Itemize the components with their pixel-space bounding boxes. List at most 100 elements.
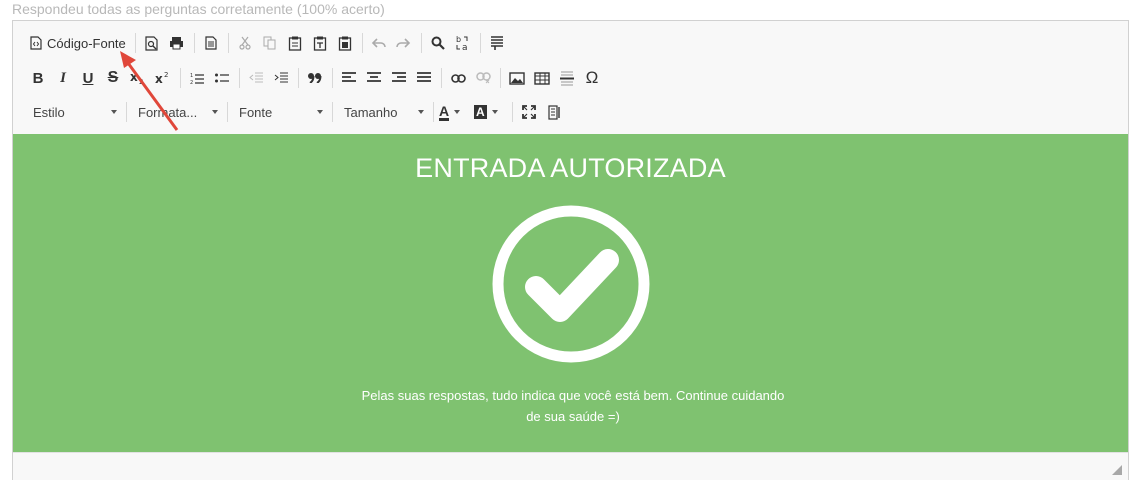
size-combo[interactable]: Tamanho [338,100,430,124]
text-color-icon: A [439,102,450,121]
align-right-button[interactable] [388,66,410,90]
svg-text:a: a [462,43,468,51]
toolbar-row-2: B I U S x2 x2 12 Ω [27,65,606,91]
toolbar-row-1: Código-Fonte b a [27,30,511,56]
chevron-down-icon [454,110,461,114]
separator [332,102,333,122]
unlink-button[interactable] [472,66,494,90]
image-icon [509,71,525,85]
numbered-list-icon: 12 [190,73,204,85]
form-caption: Respondeu todas as perguntas corretament… [12,1,385,17]
link-icon [450,73,466,83]
separator [239,68,240,88]
table-icon [534,71,550,85]
maximize-button[interactable] [518,100,540,124]
maximize-icon [522,105,536,119]
paste-word-button[interactable] [334,31,356,55]
redo-icon [396,38,411,48]
source-code-button[interactable]: Código-Fonte [27,31,129,55]
print-icon [170,37,184,50]
editor-content-area[interactable]: ENTRADA AUTORIZADA Pelas suas respostas,… [13,134,1128,452]
rich-text-editor: Código-Fonte b a B I U S x 2 x 2 1 2 Ω E… [12,20,1129,480]
horizontal-line-button[interactable] [556,66,578,90]
blockquote-button[interactable] [304,66,326,90]
templates-button[interactable] [200,31,222,55]
replace-button[interactable]: ba [452,31,474,55]
superscript-icon: x2 [155,71,168,85]
background-color-icon: A [474,105,487,119]
separator [361,33,363,53]
editor-statusbar [13,452,1128,480]
separator [433,102,434,122]
size-combo-label: Tamanho [344,104,398,120]
toolbar-row-3: Estilo Formata... Fonte Tamanho A A [27,99,568,125]
strikethrough-button[interactable]: S [102,66,124,90]
separator [227,102,228,122]
print-button[interactable] [166,31,188,55]
table-button[interactable] [531,66,553,90]
indent-icon [274,72,288,83]
copy-button[interactable] [259,31,281,55]
align-left-icon [342,72,356,82]
numbered-list-button[interactable]: 12 [186,66,208,90]
paste-icon [288,36,301,51]
chevron-down-icon [317,110,323,114]
separator [420,33,422,53]
format-combo[interactable]: Formata... [132,100,224,124]
chevron-down-icon [491,110,498,114]
style-combo-label: Estilo [33,104,65,120]
background-color-button[interactable]: A [474,100,506,124]
bulleted-list-icon [215,73,229,82]
special-char-button[interactable]: Ω [581,66,603,90]
font-combo[interactable]: Fonte [233,100,329,124]
content-message: Pelas suas respostas, tudo indica que vo… [361,388,785,424]
replace-icon: ba [456,35,468,51]
subscript-button[interactable]: x2 [127,66,149,90]
bold-button[interactable]: B [27,66,49,90]
show-blocks-button[interactable] [486,31,508,55]
bulleted-list-button[interactable] [211,66,233,90]
outdent-button[interactable] [245,66,267,90]
unlink-icon [475,72,491,84]
text-color-button[interactable]: A [439,100,471,124]
align-left-button[interactable] [338,66,360,90]
superscript-button[interactable]: x2 [152,66,174,90]
separator [227,33,229,53]
italic-button[interactable]: I [52,66,74,90]
separator [479,33,481,53]
editor-toolbar: Código-Fonte b a B I U S x 2 x 2 1 2 Ω E… [13,21,1128,134]
paste-text-icon [313,36,326,51]
copy-icon [263,36,276,50]
link-button[interactable] [447,66,469,90]
horizontal-line-icon [560,71,574,85]
svg-text:x: x [155,72,163,85]
preview-button[interactable] [141,31,163,55]
separator [134,33,136,53]
undo-button[interactable] [368,31,390,55]
font-combo-label: Fonte [239,104,273,120]
svg-text:2: 2 [164,71,168,79]
format-combo-label: Formata... [138,104,198,120]
align-center-button[interactable] [363,66,385,90]
cut-icon [239,36,251,50]
style-combo[interactable]: Estilo [27,100,123,124]
separator [298,68,299,88]
separator [126,102,127,122]
underline-button[interactable]: U [77,66,99,90]
document-blocks-icon [547,104,560,120]
separator [512,102,513,122]
indent-button[interactable] [270,66,292,90]
templates-icon [205,36,217,50]
find-button[interactable] [427,31,449,55]
paste-text-button[interactable] [309,31,331,55]
chevron-down-icon [111,110,117,114]
paste-button[interactable] [284,31,306,55]
resize-handle-icon[interactable] [1112,465,1122,475]
image-button[interactable] [506,66,528,90]
show-blocks-alt-button[interactable] [543,100,565,124]
redo-button[interactable] [393,31,415,55]
separator [193,33,195,53]
svg-text:1: 1 [190,73,193,79]
cut-button[interactable] [234,31,256,55]
justify-button[interactable] [413,66,435,90]
